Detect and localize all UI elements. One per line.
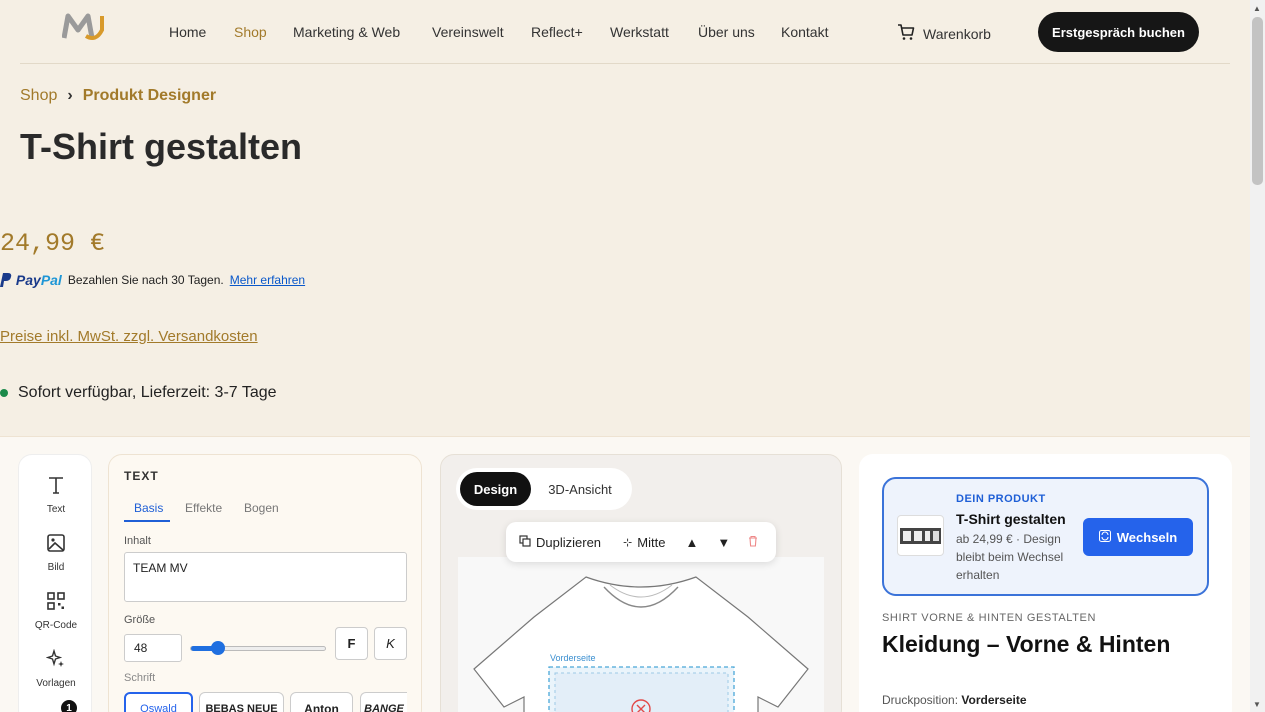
paypal-text: Bezahlen Sie nach 30 Tagen.: [67, 273, 224, 287]
availability-dot-icon: [0, 389, 8, 397]
tool-templates[interactable]: Vorlagen: [19, 648, 93, 689]
tab-effekte[interactable]: Effekte: [185, 501, 222, 515]
tool-text[interactable]: Text: [19, 475, 93, 515]
italic-button[interactable]: K: [374, 627, 407, 660]
page-title: T-Shirt gestalten: [20, 126, 303, 167]
nav-werkstatt[interactable]: Werkstatt: [610, 24, 669, 40]
product-name: T-Shirt gestalten: [956, 511, 1066, 527]
cart-icon: [897, 23, 915, 44]
active-tab-indicator: [124, 520, 170, 522]
nav-kontakt[interactable]: Kontakt: [781, 24, 828, 40]
tab-basis[interactable]: Basis: [134, 501, 163, 515]
content-label: Inhalt: [124, 535, 151, 547]
bring-forward-icon[interactable]: ▲: [685, 535, 698, 550]
tool-rail: Text Bild QR-Code Vorlagen: [18, 454, 92, 712]
text-panel-title: TEXT: [124, 469, 159, 483]
header-divider: [20, 63, 1230, 64]
refresh-icon: [1098, 529, 1111, 545]
text-icon: [19, 475, 93, 500]
nav-ueber-uns[interactable]: Über uns: [698, 24, 755, 40]
nav-marketing[interactable]: Marketing & Web: [293, 24, 400, 40]
tshirt-mockup: [473, 576, 809, 712]
paypal-logo-icon: PayPal: [0, 272, 62, 288]
scrollbar-thumb[interactable]: [1252, 17, 1263, 185]
brand-logo[interactable]: [61, 12, 106, 42]
duplicate-icon: [519, 534, 531, 550]
paypal-banner: PayPal Bezahlen Sie nach 30 Tagen. Mehr …: [0, 272, 305, 288]
nav-reflect[interactable]: Reflect+: [531, 24, 583, 40]
view-3d-button[interactable]: 3D-Ansicht: [536, 472, 624, 506]
nav-home[interactable]: Home: [169, 24, 206, 40]
chevron-right-icon: ›: [67, 87, 73, 104]
paypal-learn-more-link[interactable]: Mehr erfahren: [230, 273, 305, 287]
tax-shipping-link[interactable]: Preise inkl. MwSt. zzgl. Versandkosten: [0, 328, 258, 345]
font-label: Schrift: [124, 672, 156, 684]
section-heading: Kleidung – Vorne & Hinten: [882, 631, 1171, 657]
font-option-oswald[interactable]: Oswald: [124, 692, 193, 712]
font-size-slider[interactable]: [190, 641, 326, 655]
delete-icon[interactable]: [748, 535, 758, 550]
your-product-label: DEIN PRODUKT: [956, 493, 1046, 505]
breadcrumb: Shop › Produkt Designer: [20, 87, 216, 105]
switch-product-label: Wechseln: [1116, 529, 1178, 545]
text-content-input[interactable]: TEAM MV: [124, 552, 407, 602]
availability: Sofort verfügbar, Lieferzeit: 3-7 Tage: [0, 384, 277, 402]
qr-code-icon: [19, 591, 93, 616]
image-icon: [19, 533, 93, 558]
availability-text: Sofort verfügbar, Lieferzeit: 3-7 Tage: [18, 384, 277, 401]
breadcrumb-current: Produkt Designer: [82, 87, 217, 104]
cart-link[interactable]: Warenkorb: [897, 23, 991, 44]
nav-shop[interactable]: Shop: [234, 24, 267, 40]
print-position-label: Druckposition:: [882, 693, 959, 707]
nav-vereinswelt[interactable]: Vereinswelt: [432, 24, 504, 40]
size-label: Größe: [124, 614, 156, 626]
design-stage[interactable]: [458, 557, 824, 712]
view-design-button[interactable]: Design: [460, 472, 531, 506]
scroll-down-icon[interactable]: ▼: [1253, 700, 1261, 709]
center-button[interactable]: ⊹ Mitte: [623, 535, 665, 550]
print-area-label: Vorderseite: [550, 653, 596, 663]
tool-templates-label: Vorlagen: [36, 678, 76, 689]
font-size-slider-handle[interactable]: [211, 641, 225, 655]
product-description: ab 24,99 € · Design bleibt beim Wechsel …: [956, 532, 1064, 582]
duplicate-label: Duplizieren: [536, 534, 602, 550]
scroll-up-icon[interactable]: ▲: [1253, 4, 1261, 13]
sparkle-icon: [19, 648, 93, 674]
duplicate-button[interactable]: Duplizieren: [519, 535, 601, 550]
font-option-bangers[interactable]: BANGE: [360, 692, 407, 712]
center-label: Mitte: [637, 534, 666, 550]
center-icon: ⊹: [623, 536, 633, 549]
font-size-input[interactable]: 48: [124, 634, 182, 662]
font-option-bebas[interactable]: BEBAS NEUE: [199, 692, 284, 712]
element-toolbar: Duplizieren ⊹ Mitte ▲ ▼: [506, 522, 776, 562]
send-backward-icon[interactable]: ▼: [717, 535, 730, 550]
notification-badge: 1: [61, 700, 77, 712]
product-thumbnail: [897, 515, 944, 556]
tab-bogen[interactable]: Bogen: [244, 501, 279, 515]
cart-label: Warenkorb: [923, 25, 991, 42]
bold-button[interactable]: F: [335, 627, 368, 660]
font-option-anton[interactable]: Anton: [290, 692, 353, 712]
tool-image-label: Bild: [47, 562, 65, 573]
tool-text-label: Text: [46, 504, 66, 515]
book-consultation-button[interactable]: Erstgespräch buchen: [1038, 12, 1199, 52]
tool-qr-label: QR-Code: [34, 620, 78, 631]
print-position-value: Vorderseite: [961, 693, 1027, 707]
section-kicker: SHIRT VORNE & HINTEN GESTALTEN: [882, 612, 1096, 624]
print-position: Druckposition: Vorderseite: [882, 693, 1027, 707]
switch-product-button[interactable]: Wechseln: [1083, 518, 1193, 556]
tool-image[interactable]: Bild: [19, 533, 93, 573]
product-price: 24,99 €: [0, 229, 106, 258]
tool-qr[interactable]: QR-Code: [19, 591, 93, 631]
breadcrumb-shop[interactable]: Shop: [20, 87, 57, 105]
